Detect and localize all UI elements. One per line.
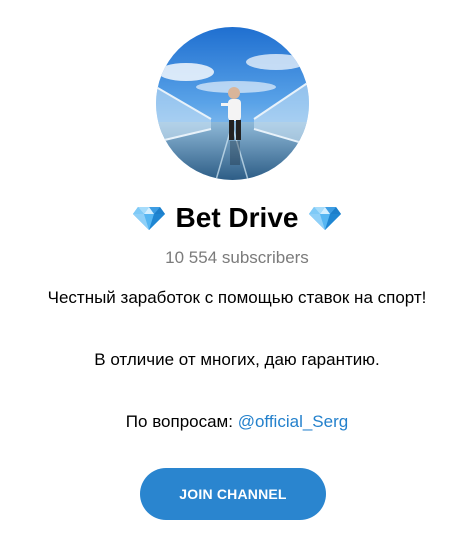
channel-preview: Bet Drive 10 554 subscribers Честный зар…: [0, 0, 474, 541]
subscriber-count: 10 554 subscribers: [165, 248, 309, 267]
join-channel-button[interactable]: JOIN CHANNEL: [140, 468, 326, 520]
description-line: Честный заработок с помощью ставок на сп…: [47, 288, 427, 307]
avatar-photo: [156, 27, 309, 180]
channel-title: Bet Drive: [175, 202, 299, 233]
channel-avatar: [156, 27, 309, 180]
mention-link[interactable]: @official_Serg: [238, 412, 349, 431]
contact-line: По вопросам: @official_Serg: [0, 411, 474, 433]
contact-label: По вопросам:: [125, 412, 238, 431]
description-line: В отличие от многих, даю гарантию.: [94, 350, 380, 369]
diamond-icon: [309, 207, 342, 230]
diamond-icon: [132, 207, 165, 230]
channel-title-row: Bet Drive: [0, 198, 474, 238]
